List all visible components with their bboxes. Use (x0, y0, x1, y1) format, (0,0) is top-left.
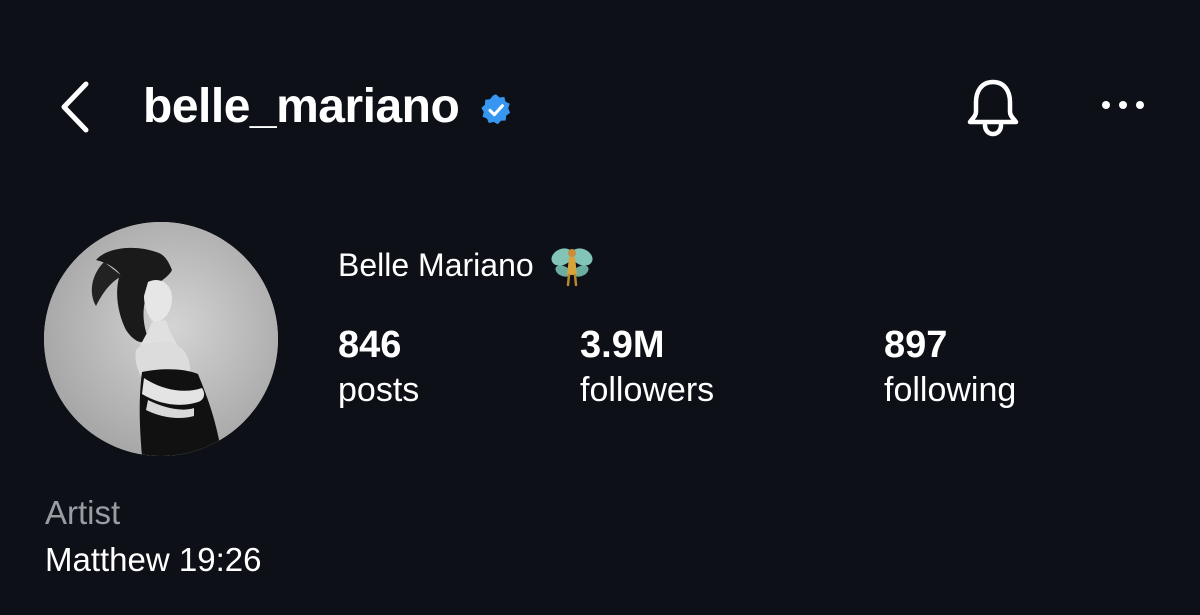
display-name-row: Belle Mariano (338, 240, 596, 290)
verified-badge-icon (481, 94, 511, 125)
header-title: belle_mariano (143, 72, 513, 142)
fairy-icon (551, 248, 593, 287)
avatar[interactable] (44, 222, 278, 456)
back-button[interactable] (48, 74, 104, 140)
chevron-left-icon (61, 81, 89, 133)
following-label: following (884, 371, 1017, 409)
posts-label: posts (338, 371, 420, 409)
following-count: 897 (884, 324, 948, 366)
profile-photo (44, 222, 278, 456)
posts-count: 846 (338, 324, 402, 366)
posts-stat[interactable]: 846 posts (338, 322, 419, 412)
display-name: Belle Mariano (338, 247, 534, 283)
following-stat[interactable]: 897 following (884, 322, 1016, 412)
bio-text: Matthew 19:26 (45, 541, 262, 578)
followers-count: 3.9M (580, 324, 665, 366)
profile-category: Artist (45, 494, 121, 531)
bell-icon (967, 79, 1019, 137)
followers-stat[interactable]: 3.9M followers (580, 322, 714, 412)
username: belle_mariano (143, 80, 460, 133)
notifications-button[interactable] (962, 74, 1024, 140)
more-options-button[interactable] (1096, 90, 1156, 120)
more-horizontal-icon (1102, 101, 1144, 109)
followers-label: followers (580, 371, 715, 409)
profile-page: belle_mariano Belle Mariano 846 posts 3.… (0, 0, 1200, 615)
